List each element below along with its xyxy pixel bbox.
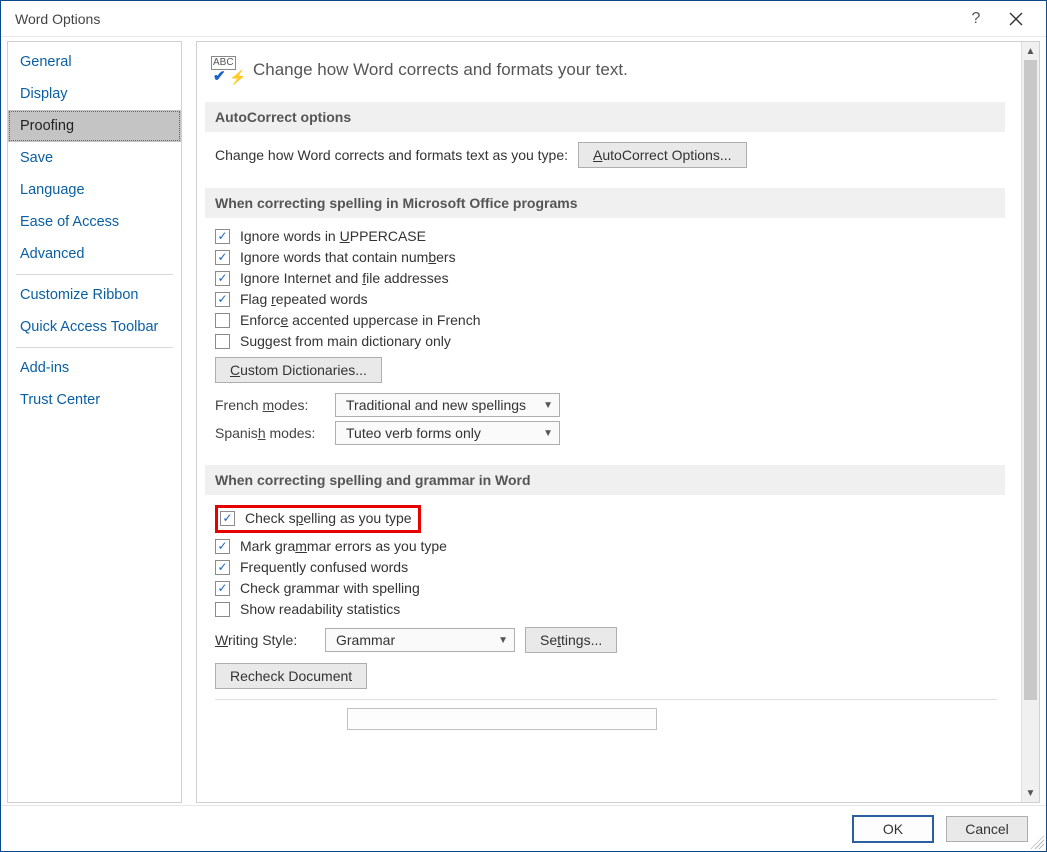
- spanish-modes-label: Spanish modes:: [215, 425, 325, 441]
- checkbox-frequently-confused-label: Frequently confused words: [240, 559, 408, 575]
- sidebar-item-add-ins[interactable]: Add-ins: [8, 352, 181, 384]
- section-office-spelling-header: When correcting spelling in Microsoft Of…: [205, 188, 1005, 218]
- checkbox-mark-grammar-type[interactable]: [215, 539, 230, 554]
- autocorrect-options-button[interactable]: AutoCorrect Options...: [578, 142, 747, 168]
- sidebar-divider: [16, 274, 173, 275]
- french-modes-value: Traditional and new spellings: [346, 397, 526, 413]
- scroll-down-arrow-icon[interactable]: ▼: [1022, 784, 1039, 802]
- vertical-scrollbar[interactable]: ▲ ▼: [1021, 42, 1039, 802]
- checkbox-ignore-uppercase-label: Ignore words in UPPERCASE: [240, 228, 426, 244]
- chevron-down-icon: ▼: [543, 428, 553, 439]
- sidebar-item-proofing[interactable]: Proofing: [8, 110, 181, 142]
- section-word-spelling-header: When correcting spelling and grammar in …: [205, 465, 1005, 495]
- cancel-button[interactable]: Cancel: [946, 816, 1028, 842]
- writing-style-dropdown[interactable]: Grammar ▼: [325, 628, 515, 652]
- spanish-modes-value: Tuteo verb forms only: [346, 425, 481, 441]
- checkbox-ignore-numbers[interactable]: [215, 250, 230, 265]
- writing-style-value: Grammar: [336, 632, 395, 648]
- partial-cutoff-row: [347, 708, 657, 730]
- checkbox-french-accent-label: Enforce accented uppercase in French: [240, 312, 481, 328]
- autocorrect-desc: Change how Word corrects and formats tex…: [215, 147, 568, 163]
- french-modes-label: French modes:: [215, 397, 325, 413]
- french-modes-dropdown[interactable]: Traditional and new spellings ▼: [335, 393, 560, 417]
- checkbox-readability[interactable]: [215, 602, 230, 617]
- scroll-up-arrow-icon[interactable]: ▲: [1022, 42, 1039, 60]
- checkbox-flag-repeated[interactable]: [215, 292, 230, 307]
- highlight-check-spelling: Check spelling as you type: [215, 505, 421, 533]
- scroll-thumb[interactable]: [1024, 60, 1037, 700]
- sidebar-item-quick-access-toolbar[interactable]: Quick Access Toolbar: [8, 311, 181, 343]
- checkbox-main-dictionary[interactable]: [215, 334, 230, 349]
- sidebar-item-ease-of-access[interactable]: Ease of Access: [8, 206, 181, 238]
- checkbox-ignore-internet[interactable]: [215, 271, 230, 286]
- dialog-footer: OK Cancel: [1, 805, 1046, 851]
- checkbox-frequently-confused[interactable]: [215, 560, 230, 575]
- sidebar-item-advanced[interactable]: Advanced: [8, 238, 181, 270]
- checkbox-check-spelling-type-label: Check spelling as you type: [245, 510, 412, 526]
- spanish-modes-dropdown[interactable]: Tuteo verb forms only ▼: [335, 421, 560, 445]
- close-icon[interactable]: [996, 1, 1036, 37]
- checkbox-ignore-uppercase[interactable]: [215, 229, 230, 244]
- sidebar-item-trust-center[interactable]: Trust Center: [8, 384, 181, 416]
- checkbox-main-dictionary-label: Suggest from main dictionary only: [240, 333, 451, 349]
- checkbox-ignore-internet-label: Ignore Internet and file addresses: [240, 270, 449, 286]
- sidebar-item-save[interactable]: Save: [8, 142, 181, 174]
- sidebar-divider: [16, 347, 173, 348]
- writing-style-label: Writing Style:: [215, 632, 315, 648]
- sidebar: General Display Proofing Save Language E…: [7, 41, 182, 803]
- checkbox-check-grammar-spelling-label: Check grammar with spelling: [240, 580, 420, 596]
- checkbox-check-spelling-type[interactable]: [220, 511, 235, 526]
- help-icon[interactable]: ?: [956, 1, 996, 37]
- recheck-document-button[interactable]: Recheck Document: [215, 663, 367, 689]
- resize-grip-icon[interactable]: [1030, 835, 1044, 849]
- sidebar-item-general[interactable]: General: [8, 46, 181, 78]
- checkbox-readability-label: Show readability statistics: [240, 601, 400, 617]
- page-heading: Change how Word corrects and formats you…: [253, 60, 628, 80]
- checkbox-check-grammar-spelling[interactable]: [215, 581, 230, 596]
- chevron-down-icon: ▼: [498, 635, 508, 646]
- checkbox-flag-repeated-label: Flag repeated words: [240, 291, 368, 307]
- custom-dictionaries-button[interactable]: Custom Dictionaries...: [215, 357, 382, 383]
- chevron-down-icon: ▼: [543, 400, 553, 411]
- main-panel: ABC✔⚡ Change how Word corrects and forma…: [196, 41, 1040, 803]
- sidebar-item-display[interactable]: Display: [8, 78, 181, 110]
- checkbox-mark-grammar-type-label: Mark grammar errors as you type: [240, 538, 447, 554]
- proofing-icon: ABC✔⚡: [211, 56, 243, 84]
- checkbox-french-accent[interactable]: [215, 313, 230, 328]
- settings-button[interactable]: Settings...: [525, 627, 617, 653]
- ok-button[interactable]: OK: [852, 815, 934, 843]
- checkbox-ignore-numbers-label: Ignore words that contain numbers: [240, 249, 456, 265]
- window-title: Word Options: [15, 11, 956, 27]
- sidebar-item-customize-ribbon[interactable]: Customize Ribbon: [8, 279, 181, 311]
- section-autocorrect-header: AutoCorrect options: [205, 102, 1005, 132]
- sidebar-item-language[interactable]: Language: [8, 174, 181, 206]
